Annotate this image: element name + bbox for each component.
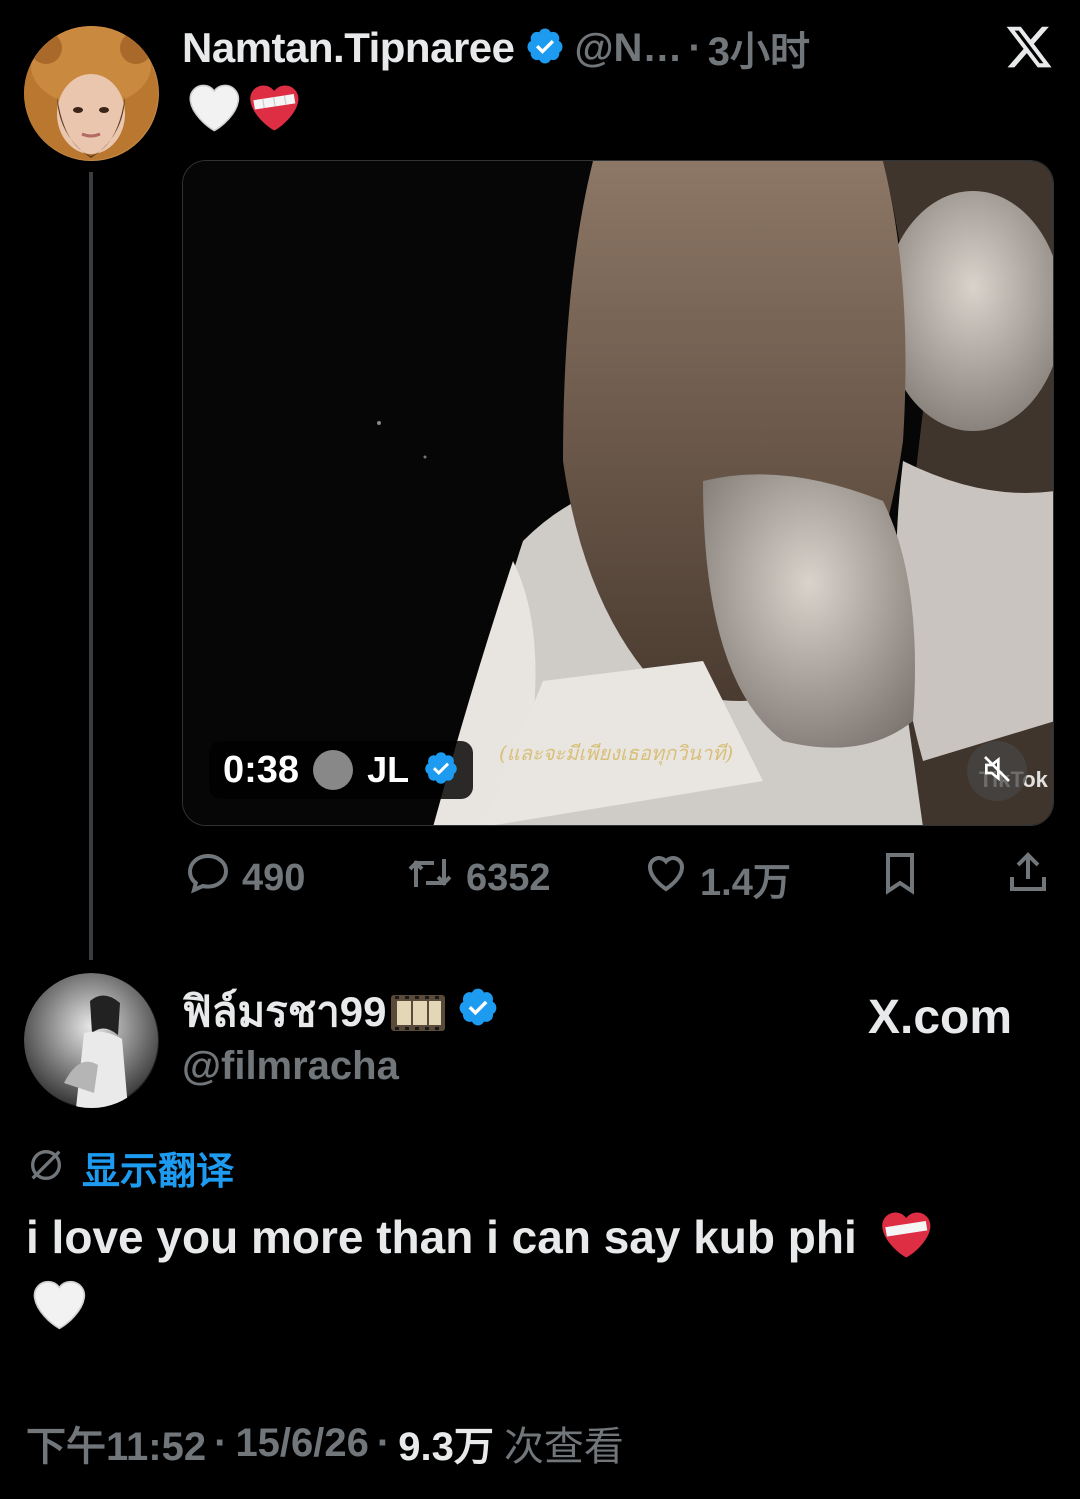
reply-button[interactable]: 490	[184, 850, 305, 906]
like-button[interactable]: 1.4万	[642, 850, 791, 906]
mute-icon	[981, 753, 1013, 790]
post-date[interactable]: 15/6/26	[235, 1421, 368, 1466]
video-subtitle: (และจะมีเพียงเธอทุกวินาที)	[499, 741, 734, 765]
mending-heart-icon	[244, 80, 300, 136]
tweet-text-content: i love you more than i can say kub phi	[26, 1211, 857, 1263]
handle[interactable]: @N…	[575, 26, 683, 71]
white-heart-icon	[28, 1276, 86, 1334]
translate-link[interactable]: 显示翻译	[26, 1140, 234, 1194]
handle[interactable]: @filmracha	[182, 1044, 399, 1089]
tweet-actions: 490 6352 1.4万	[182, 850, 1054, 906]
film-strip-icon	[389, 989, 447, 1035]
repost-icon	[404, 849, 456, 907]
verified-badge-icon	[423, 750, 459, 791]
verified-badge-icon	[457, 986, 499, 1038]
post-time[interactable]: 下午11:52	[26, 1414, 206, 1472]
white-heart-icon	[184, 80, 240, 136]
reply-count: 490	[242, 856, 306, 899]
separator-dot: ·	[214, 1420, 228, 1465]
tweet-header: Namtan.Tipnaree @N… · 3小时	[182, 24, 810, 74]
translate-icon	[26, 1145, 66, 1190]
display-name-text[interactable]: ฟิล์มรชา99	[182, 979, 387, 1045]
mending-heart-icon	[876, 1207, 932, 1263]
like-icon	[642, 849, 690, 907]
bookmark-icon	[876, 849, 924, 907]
verified-badge-icon	[525, 26, 565, 71]
like-count: 1.4万	[700, 861, 791, 904]
bookmark-button[interactable]	[876, 850, 924, 906]
video-thumbnail	[183, 161, 1053, 825]
avatar[interactable]	[24, 973, 159, 1108]
tweet-meta: 下午11:52 · 15/6/26 · 9.3万 次查看	[26, 1416, 624, 1470]
repost-button[interactable]: 6352	[404, 850, 551, 906]
view-label: 次查看	[503, 1425, 624, 1469]
mute-button[interactable]	[967, 741, 1027, 801]
tweet-text: i love you more than i can say kub phi	[26, 1204, 1056, 1270]
x-logo-icon	[1004, 22, 1054, 72]
thread-line	[89, 172, 93, 960]
avatar[interactable]	[24, 26, 159, 161]
separator-dot: ·	[376, 1420, 391, 1465]
reply-icon	[184, 849, 232, 907]
site-label: X.com	[868, 991, 1013, 1044]
translate-label[interactable]: 显示翻译	[82, 1140, 234, 1195]
video-player[interactable]: 0:38 JL (และจะมีเพียงเธอทุกวินาที) TikTo…	[182, 160, 1054, 826]
tweet-text	[184, 80, 300, 136]
uploader-avatar	[313, 750, 354, 790]
display-name: ฟิล์มรชา99	[182, 984, 499, 1040]
display-name[interactable]: Namtan.Tipnaree	[182, 24, 515, 72]
duration-pill: 0:38 JL	[209, 741, 474, 799]
share-icon	[1004, 849, 1052, 907]
separator-dot: ·	[688, 25, 702, 70]
repost-count: 6352	[466, 856, 551, 899]
view-count: 9.3万	[398, 1425, 494, 1469]
post-time[interactable]: 3小时	[708, 19, 810, 77]
video-duration: 0:38	[223, 748, 300, 791]
share-button[interactable]	[1004, 850, 1052, 906]
uploader-name[interactable]: JL	[367, 749, 409, 791]
